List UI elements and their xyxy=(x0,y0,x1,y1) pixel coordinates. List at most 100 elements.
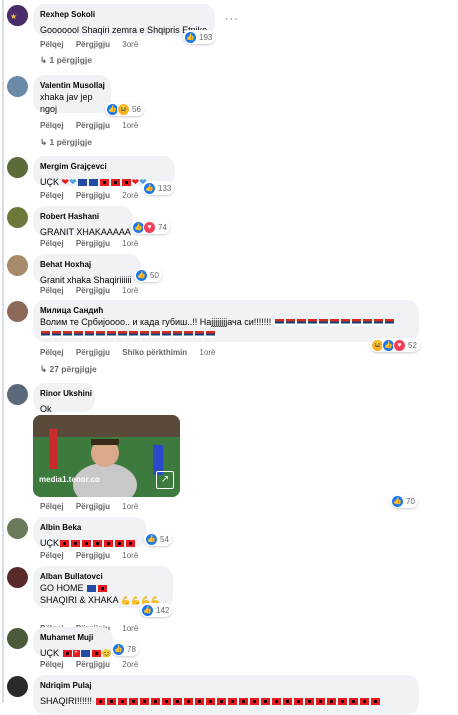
avatar[interactable] xyxy=(7,384,28,405)
smile-icon: 😊 xyxy=(101,649,112,658)
like-button[interactable]: Pëlqej xyxy=(40,551,64,560)
like-button[interactable]: Pëlqej xyxy=(40,660,64,669)
avatar[interactable] xyxy=(7,567,28,588)
serbia-flag-icon xyxy=(184,331,193,339)
avatar[interactable] xyxy=(7,676,28,697)
reply-button[interactable]: Përgjigju xyxy=(76,551,110,560)
comment-text-content: SHAQIRI!!!!!! xyxy=(40,696,93,706)
avatar[interactable] xyxy=(7,518,28,539)
more-options-icon[interactable]: ··· xyxy=(225,13,239,25)
reaction-summary[interactable]: 👍 ♥ 74 xyxy=(131,220,170,234)
comment-author[interactable]: Albin Beka xyxy=(40,522,139,533)
timestamp[interactable]: 2orë xyxy=(122,660,138,669)
gif-attachment[interactable]: media1.tenor.co ↗ xyxy=(33,415,180,497)
like-button[interactable]: Pëlqej xyxy=(40,239,64,248)
view-replies[interactable]: ↳ 1 përgjigje xyxy=(40,55,92,66)
like-button[interactable]: Pëlqej xyxy=(40,502,64,511)
albania-flag-icon xyxy=(60,540,70,548)
timestamp[interactable]: 1orë xyxy=(122,624,138,633)
reply-button[interactable]: Përgjigju xyxy=(76,502,110,511)
serbia-flag-icon xyxy=(173,331,182,339)
open-link-icon[interactable]: ↗ xyxy=(156,471,174,489)
reaction-summary[interactable]: 👍 70 xyxy=(390,494,418,508)
comment-author[interactable]: Alban Bullatovci xyxy=(40,571,165,582)
timestamp[interactable]: 1orë xyxy=(122,502,138,511)
comment-author[interactable]: Ndriqim Pulaj xyxy=(40,680,411,691)
like-button[interactable]: Pëlqej xyxy=(40,191,64,200)
avatar[interactable] xyxy=(7,157,28,178)
like-button[interactable]: Pëlqej xyxy=(40,286,64,295)
like-icon: 👍 xyxy=(184,30,197,44)
red-heart-icon: ❤ xyxy=(61,177,70,187)
timestamp[interactable]: 1orë xyxy=(122,551,138,560)
avatar[interactable]: ★ xyxy=(7,5,28,26)
like-button[interactable]: Pëlqej xyxy=(40,40,64,49)
reaction-summary[interactable]: 👍 193 xyxy=(183,30,216,44)
timestamp[interactable]: 1orë xyxy=(199,348,215,357)
reply-button[interactable]: Përgjigju xyxy=(76,191,110,200)
serbia-flag-icon xyxy=(340,319,350,327)
serbia-flag-icon xyxy=(41,331,50,339)
comment-author[interactable]: Rinor Ukshini xyxy=(40,388,92,399)
avatar[interactable] xyxy=(7,255,28,276)
timestamp[interactable]: 1orë xyxy=(122,121,138,130)
serbia-flag-icon xyxy=(274,319,284,327)
albania-flag-icon xyxy=(110,179,120,187)
reaction-summary[interactable]: 😆 👍 ♥ 52 xyxy=(370,338,420,352)
albania-flag-icon xyxy=(104,540,114,548)
love-icon: ♥ xyxy=(143,220,156,234)
avatar[interactable] xyxy=(7,301,28,322)
timestamp[interactable]: 1orë xyxy=(122,286,138,295)
reply-button[interactable]: Përgjigju xyxy=(76,121,110,130)
albania-flag-icon xyxy=(282,698,292,706)
albania-flag-icon xyxy=(150,698,160,706)
comment-bubble: Rinor Ukshini Ok xyxy=(33,383,95,414)
view-replies[interactable]: ↳ 1 përgjigje xyxy=(40,137,92,148)
comment-actions: Pëlqej Përgjigju 1orë xyxy=(40,239,148,248)
serbia-flag-icon xyxy=(96,331,105,339)
comment-author[interactable]: Robert Hashani xyxy=(40,211,125,222)
albania-flag-icon xyxy=(91,650,101,658)
reaction-count: 56 xyxy=(132,104,141,114)
reaction-count: 193 xyxy=(199,32,213,42)
avatar[interactable] xyxy=(7,76,28,97)
like-button[interactable]: Pëlqej xyxy=(40,121,64,130)
comment-author[interactable]: Rexhep Sokoli xyxy=(40,9,207,20)
serbia-flag-icon xyxy=(52,331,61,339)
reply-button[interactable]: Përgjigju xyxy=(76,660,110,669)
serbia-flag-icon xyxy=(329,319,339,327)
albania-flag-icon xyxy=(194,698,204,706)
like-button[interactable]: Pëlqej xyxy=(40,348,64,357)
serbia-flag-icon xyxy=(118,331,127,339)
comment-actions: Pëlqej Përgjigju 2orë xyxy=(40,660,148,669)
comment-bubble: Behat Hoxhaj Granit xhaka Shaqiriiiiii xyxy=(33,254,141,285)
reply-button[interactable]: Përgjigju xyxy=(76,286,110,295)
comment-text: UÇK ❤❤ ❤❤ xyxy=(40,177,147,187)
reply-button[interactable]: Përgjigju xyxy=(76,348,110,357)
comment-text: SHAQIRI!!!!!! xyxy=(40,696,381,706)
comment-author[interactable]: Милица Сандић xyxy=(40,305,411,316)
reaction-summary[interactable]: 👍 142 xyxy=(140,603,173,617)
timestamp[interactable]: 3orë xyxy=(122,40,138,49)
reaction-summary[interactable]: 👍 78 xyxy=(111,642,139,656)
comment-text-flags xyxy=(40,328,411,340)
comment-actions: Pëlqej Përgjigju 2orë xyxy=(40,191,148,200)
comment-author[interactable]: Valentin Musollaj xyxy=(40,80,105,91)
reaction-summary[interactable]: 👍 50 xyxy=(134,268,162,282)
view-replies[interactable]: ↳ 27 përgjigje xyxy=(40,364,97,375)
reply-button[interactable]: Përgjigju xyxy=(76,40,110,49)
timestamp[interactable]: 2orë xyxy=(122,191,138,200)
reaction-summary[interactable]: 👍 😆 56 xyxy=(105,102,144,116)
comment-text: GO HOME xyxy=(40,582,165,594)
comment-author[interactable]: Muhamet Muji xyxy=(40,632,105,643)
comment-author[interactable]: Behat Hoxhaj xyxy=(40,259,133,270)
avatar[interactable] xyxy=(7,207,28,228)
reaction-summary[interactable]: 👍 54 xyxy=(144,532,172,546)
reaction-count: 52 xyxy=(408,340,417,350)
comment-author[interactable]: Mergim Grajçevci xyxy=(40,161,167,172)
see-translation-link[interactable]: Shiko përkthimin xyxy=(122,348,187,357)
reply-button[interactable]: Përgjigju xyxy=(76,239,110,248)
timestamp[interactable]: 1orë xyxy=(122,239,138,248)
avatar[interactable] xyxy=(7,628,28,649)
comment-actions: Pëlqej Përgjigju 1orë xyxy=(40,286,148,295)
